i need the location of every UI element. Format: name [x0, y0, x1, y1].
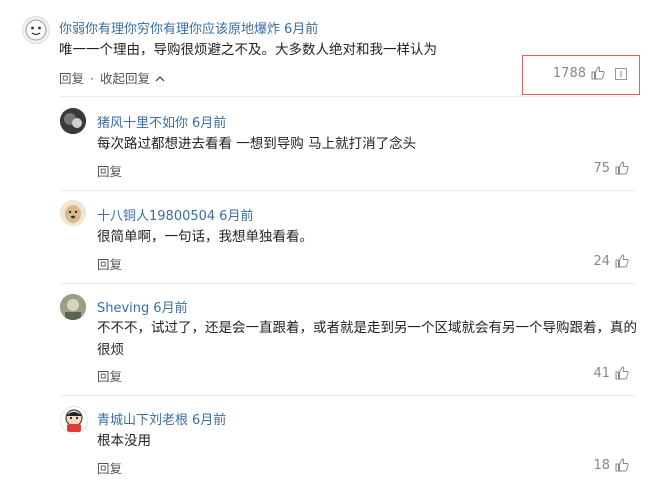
reply-like-count: 24 [593, 254, 610, 269]
avatar-photo-icon [60, 108, 86, 134]
reply-username-line: 青城山下刘老根 6月前 [97, 409, 226, 428]
thumbs-up-icon [615, 458, 629, 472]
divider [60, 190, 636, 191]
avatar-photo-icon [60, 294, 86, 320]
reply-text: 每次路过都想进去看看 一想到导购 马上就打消了念头 [97, 136, 417, 152]
thumbs-up-icon [615, 254, 629, 268]
reply-username[interactable]: 十八铜人19800504 [97, 209, 215, 224]
top-comment-avatar[interactable] [22, 16, 50, 44]
divider [60, 395, 636, 396]
reply-time: 6月前 [219, 209, 254, 224]
reply-like-count: 18 [593, 458, 610, 473]
reply-avatar[interactable] [60, 294, 86, 320]
reply-time: 6月前 [192, 413, 227, 428]
reply-username-line: 猪风十里不如你 6月前 [97, 112, 226, 131]
reply-like-button[interactable] [614, 253, 630, 269]
reply-like-button[interactable] [614, 365, 630, 381]
top-comment-report-button[interactable] [614, 66, 630, 82]
reply-username-line: Sheving 6月前 [97, 297, 188, 316]
reply-text: 很简单啊，一句话，我想单独看看。 [97, 229, 313, 245]
reply-time: 6月前 [153, 301, 188, 316]
collapse-replies-button[interactable]: 收起回复 [100, 71, 165, 86]
reply-like-button[interactable] [614, 457, 630, 473]
reply-like-count: 75 [593, 161, 610, 176]
reply-button[interactable]: 回复 [97, 254, 122, 273]
divider [60, 96, 636, 97]
top-comment-like-count: 1788 [552, 66, 586, 81]
collapse-replies-label: 收起回复 [99, 71, 150, 86]
cartoon-face-icon [25, 19, 47, 41]
reply-like-count: 41 [593, 366, 610, 381]
reply-avatar[interactable] [60, 406, 88, 434]
reply-button[interactable]: 回复 [97, 366, 122, 385]
reply-avatar[interactable] [60, 108, 86, 134]
top-comment-like-button[interactable] [590, 65, 606, 81]
action-separator: · [90, 71, 94, 86]
report-icon [615, 68, 627, 80]
reply-username[interactable]: 青城山下刘老根 [97, 413, 188, 428]
top-comment-time: 6月前 [284, 22, 319, 37]
chevron-up-icon [155, 76, 165, 82]
reply-button[interactable]: 回复 [97, 458, 122, 477]
top-comment-username-line: 你弱你有理你穷你有理你应该原地爆炸 6月前 [59, 18, 318, 37]
cartoon-avatar-icon [65, 409, 83, 432]
reply-username[interactable]: 猪风十里不如你 [97, 116, 188, 131]
reply-button[interactable]: 回复 [59, 71, 84, 86]
reply-time: 6月前 [192, 116, 227, 131]
thumbs-up-icon [591, 66, 605, 80]
top-comment-username[interactable]: 你弱你有理你穷你有理你应该原地爆炸 [59, 22, 280, 37]
reply-like-button[interactable] [614, 160, 630, 176]
thumbs-up-icon [615, 366, 629, 380]
reply-text: 不不不，试过了，还是会一直跟着，或者就是走到另一个区域就会有另一个导购跟着，真的… [97, 320, 637, 358]
divider [60, 283, 636, 284]
reply-username-line: 十八铜人19800504 6月前 [97, 205, 253, 224]
reply-avatar[interactable] [60, 200, 86, 226]
reply-text: 根本没用 [97, 433, 151, 449]
dog-avatar-icon [60, 200, 86, 226]
top-comment-actions: 回复 · 收起回复 [59, 68, 165, 87]
reply-username[interactable]: Sheving [97, 301, 149, 316]
thumbs-up-icon [615, 161, 629, 175]
reply-button[interactable]: 回复 [97, 161, 122, 180]
